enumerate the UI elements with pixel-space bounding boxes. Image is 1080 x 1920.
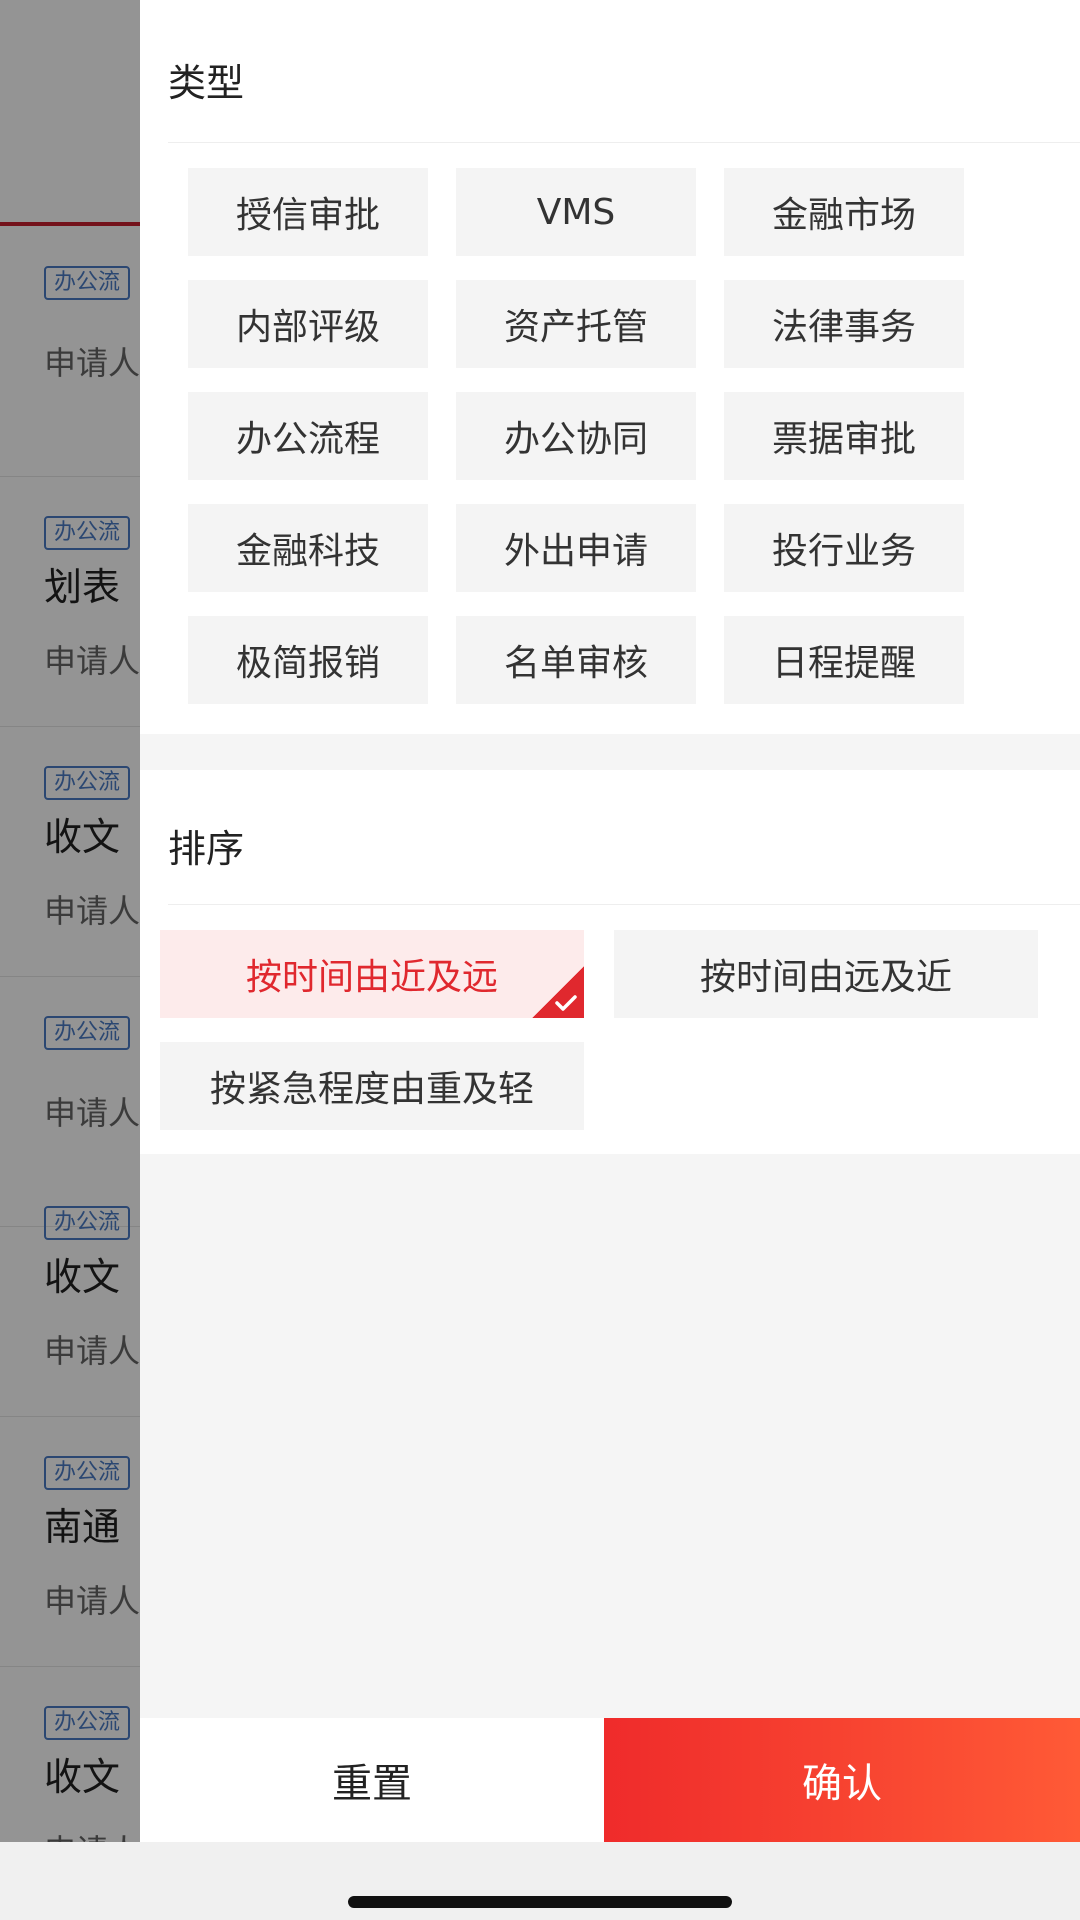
type-option[interactable]: 金融科技 xyxy=(188,504,428,592)
sort-section-title: 排序 xyxy=(168,827,245,871)
divider xyxy=(168,904,1080,905)
overlay-dim[interactable] xyxy=(0,0,140,1842)
sort-option-label: 按紧急程度由重及轻 xyxy=(209,1069,534,1110)
type-option[interactable]: 资产托管 xyxy=(456,280,696,368)
type-option[interactable]: 金融市场 xyxy=(724,168,964,256)
type-option[interactable]: 办公流程 xyxy=(188,392,428,480)
type-option[interactable]: 投行业务 xyxy=(724,504,964,592)
type-option[interactable]: VMS xyxy=(456,168,696,256)
sort-option[interactable]: 按时间由远及近 xyxy=(614,930,1038,1018)
type-option[interactable]: 内部评级 xyxy=(188,280,428,368)
confirm-button[interactable]: 确认 xyxy=(604,1718,1080,1842)
sort-section: 排序 按时间由近及远 按时间由远及近 按紧急程度由重及轻 xyxy=(140,770,1080,1154)
reset-button[interactable]: 重置 xyxy=(140,1718,604,1842)
sort-option[interactable]: 按紧急程度由重及轻 xyxy=(160,1042,584,1130)
type-option[interactable]: 法律事务 xyxy=(724,280,964,368)
sort-option-label: 按时间由远及近 xyxy=(699,957,952,998)
type-option[interactable]: 授信审批 xyxy=(188,168,428,256)
divider xyxy=(168,142,1080,143)
type-option[interactable]: 日程提醒 xyxy=(724,616,964,704)
sort-option-selected[interactable]: 按时间由近及远 xyxy=(160,930,584,1018)
type-option[interactable]: 名单审核 xyxy=(456,616,696,704)
check-icon xyxy=(532,966,584,1018)
type-option[interactable]: 外出申请 xyxy=(456,504,696,592)
drawer-footer: 重置 确认 xyxy=(140,1718,1080,1842)
sort-option-label: 按时间由近及远 xyxy=(245,957,498,998)
type-section-title: 类型 xyxy=(168,61,245,105)
type-option[interactable]: 票据审批 xyxy=(724,392,964,480)
home-indicator[interactable] xyxy=(348,1896,732,1908)
filter-drawer: 类型 授信审批 VMS 金融市场 内部评级 资产托管 法律事务 办公流程 办公协… xyxy=(140,8,1080,1842)
type-option[interactable]: 办公协同 xyxy=(456,392,696,480)
type-option[interactable]: 极简报销 xyxy=(188,616,428,704)
type-section: 类型 授信审批 VMS 金融市场 内部评级 资产托管 法律事务 办公流程 办公协… xyxy=(140,8,1080,734)
